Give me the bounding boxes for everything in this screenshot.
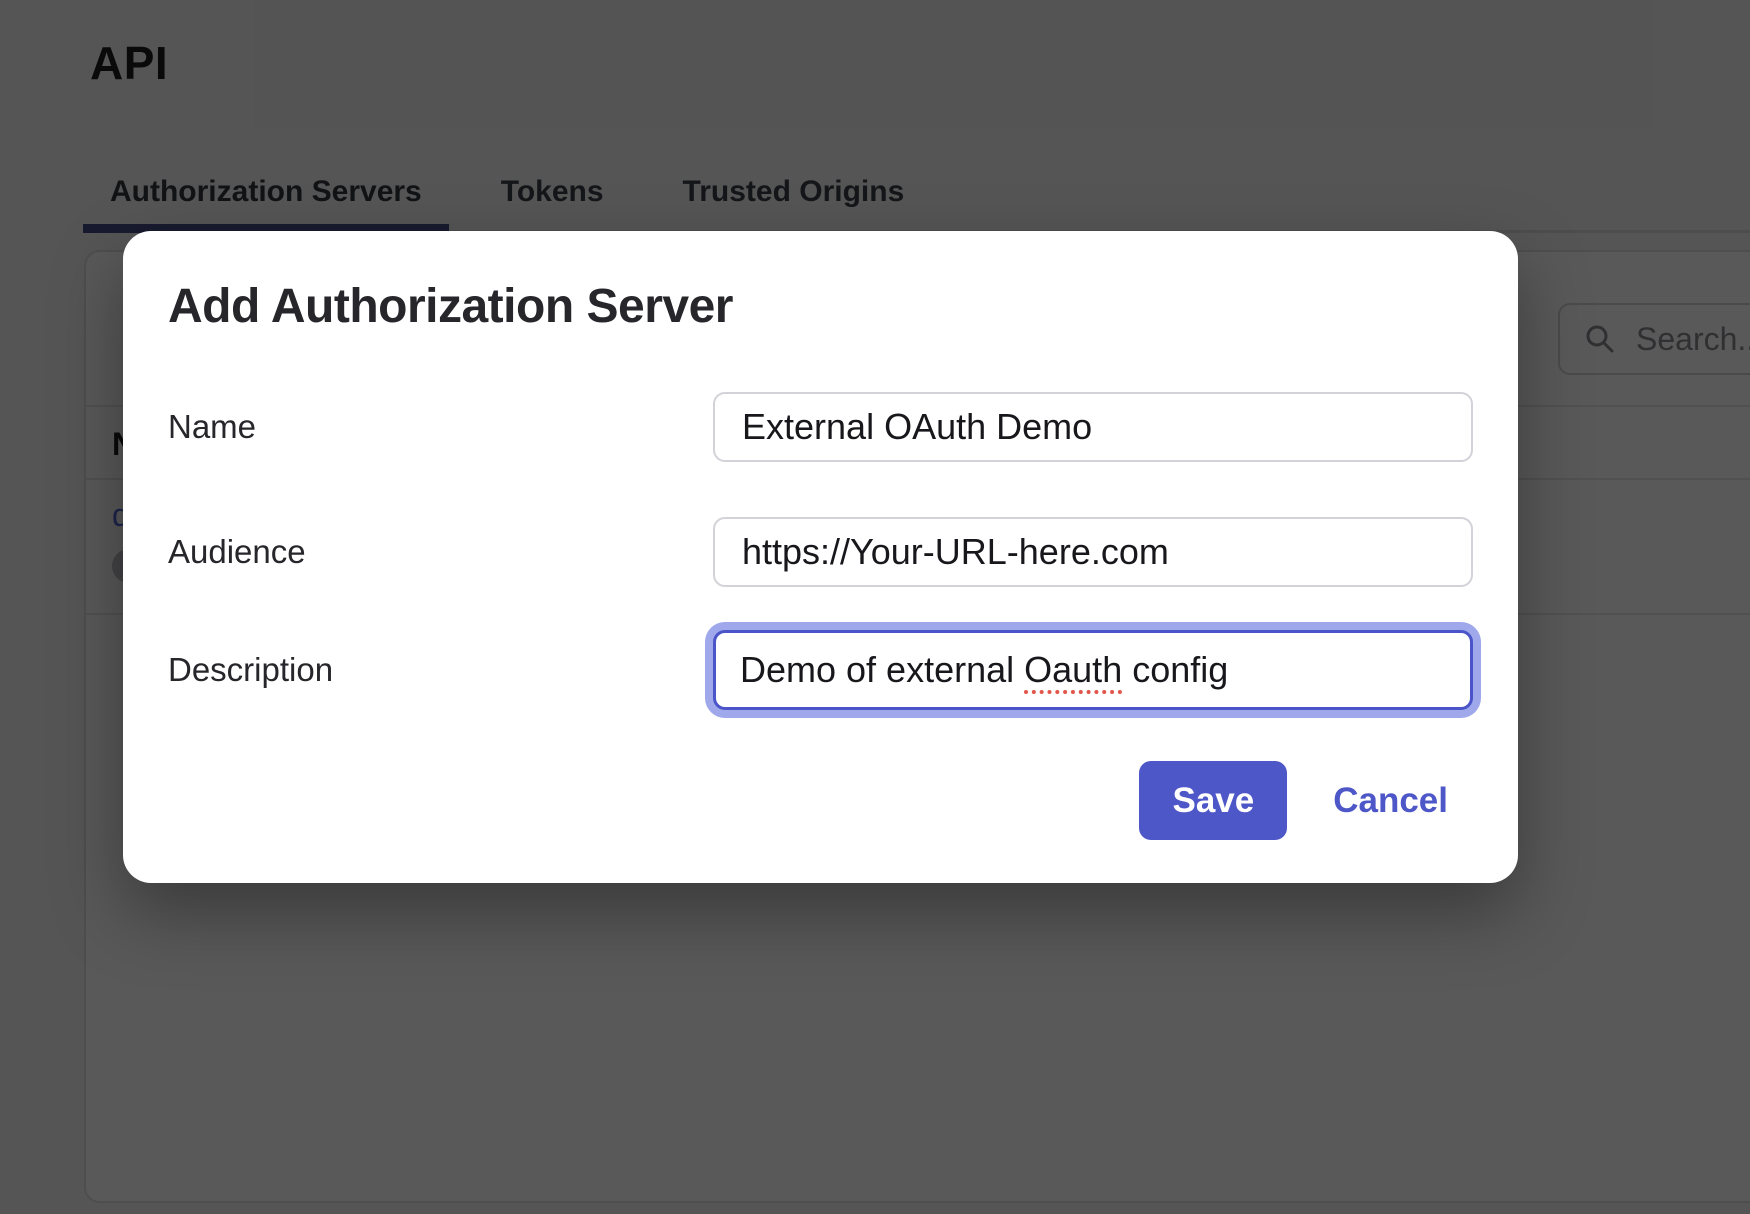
description-field-row: Description Demo of external Oauth confi…: [168, 630, 1473, 710]
name-label: Name: [168, 408, 713, 446]
audience-label: Audience: [168, 533, 713, 571]
description-text-misspelled: Oauth: [1024, 649, 1122, 691]
audience-input[interactable]: [713, 517, 1473, 587]
description-text-before: Demo of external: [740, 649, 1024, 691]
name-input[interactable]: [713, 392, 1473, 462]
save-button[interactable]: Save: [1139, 761, 1287, 840]
audience-field-row: Audience: [168, 517, 1473, 587]
description-text-after: config: [1122, 649, 1228, 691]
description-label: Description: [168, 651, 713, 689]
name-field-row: Name: [168, 392, 1473, 462]
modal-title: Add Authorization Server: [168, 279, 733, 334]
description-input[interactable]: Demo of external Oauth config: [713, 630, 1473, 710]
cancel-button[interactable]: Cancel: [1333, 781, 1448, 821]
add-authorization-server-modal: Add Authorization Server Name Audience D…: [123, 231, 1518, 883]
modal-button-row: Save Cancel: [168, 761, 1448, 840]
